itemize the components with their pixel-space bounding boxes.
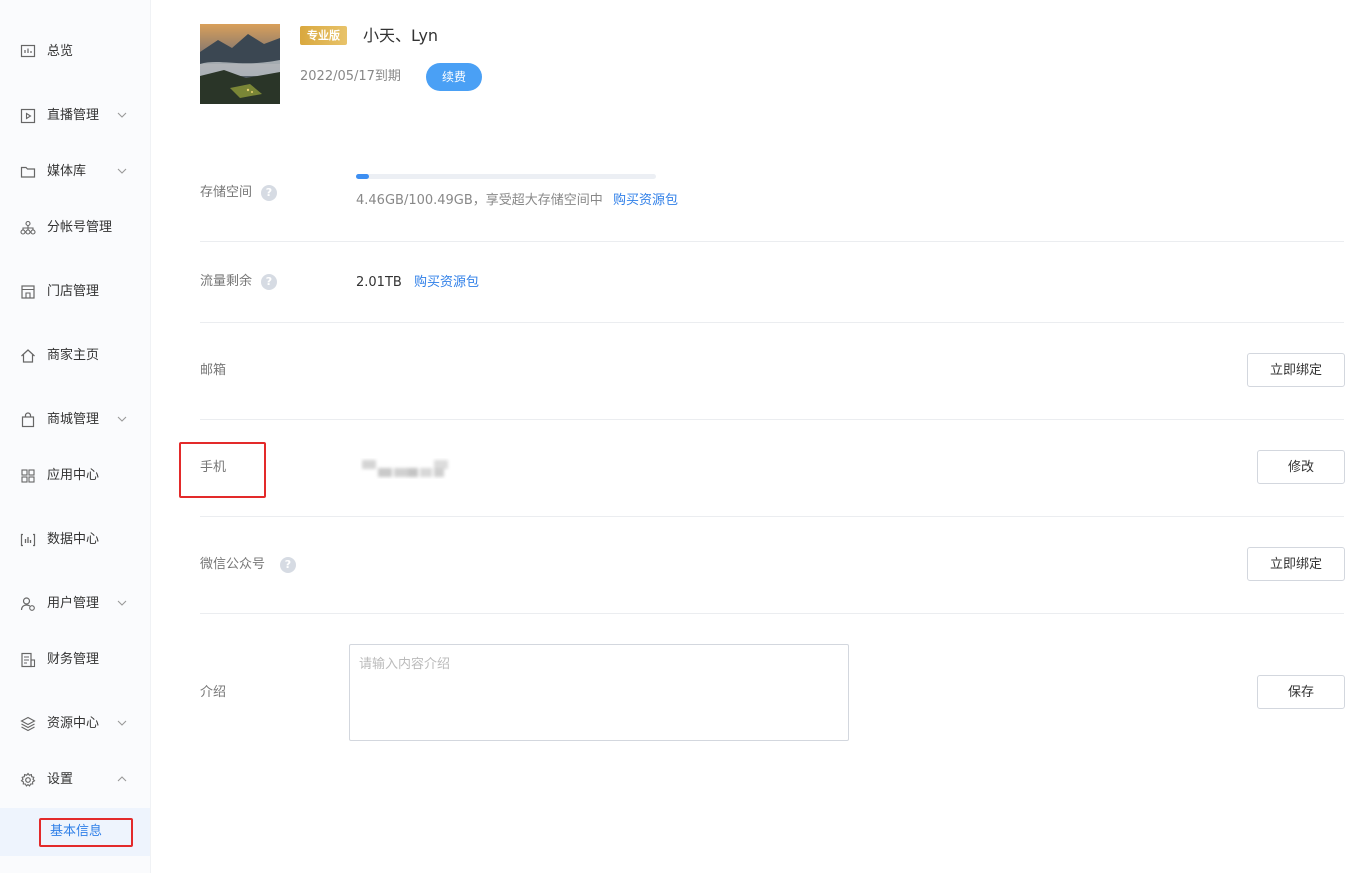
- sidebar-item-label: 商家主页: [47, 348, 100, 363]
- divider: [200, 516, 1344, 517]
- storage-usage-text: 4.46GB/100.49GB，享受超大存储空间中: [356, 193, 603, 208]
- bind-wechat-button[interactable]: 立即绑定: [1247, 547, 1345, 581]
- highlight-box-phone: [179, 442, 266, 498]
- storage-label: 存储空间: [200, 185, 253, 200]
- help-icon[interactable]: ?: [261, 185, 277, 201]
- save-button[interactable]: 保存: [1257, 675, 1345, 709]
- sidebar-item-app-center[interactable]: 应用中心: [0, 456, 150, 496]
- sidebar-item-sub-accounts[interactable]: 分帐号管理: [0, 208, 150, 248]
- buy-traffic-link[interactable]: 购买资源包: [414, 275, 479, 290]
- live-play-icon: [20, 108, 36, 124]
- storage-progress-bar: [356, 174, 656, 179]
- sidebar-item-resources[interactable]: 资源中心: [0, 704, 150, 744]
- avatar: [200, 24, 280, 104]
- help-icon[interactable]: ?: [261, 274, 277, 290]
- sidebar-item-mall[interactable]: 商城管理: [0, 400, 150, 440]
- shopping-bag-icon: [21, 412, 35, 428]
- divider: [200, 241, 1344, 242]
- renew-button[interactable]: 续费: [426, 63, 482, 91]
- traffic-remaining: 2.01TB 购买资源包: [356, 273, 479, 293]
- phone-number-blurred: [362, 460, 448, 477]
- sidebar-item-overview[interactable]: 总览: [0, 32, 150, 72]
- buy-storage-link[interactable]: 购买资源包: [613, 193, 678, 208]
- overview-chart-icon: [20, 44, 36, 58]
- divider: [200, 613, 1344, 614]
- divider: [200, 419, 1344, 420]
- traffic-label: 流量剩余: [200, 274, 253, 289]
- sidebar-item-users[interactable]: 用户管理: [0, 584, 150, 624]
- sidebar-item-label: 设置: [47, 772, 74, 787]
- traffic-value: 2.01TB: [356, 275, 402, 290]
- chevron-down-icon: [117, 416, 127, 422]
- account-name: 小天、Lyn: [363, 26, 439, 45]
- sidebar-item-label: 商城管理: [47, 412, 100, 427]
- divider: [200, 322, 1344, 323]
- sidebar-item-settings[interactable]: 设置: [0, 760, 150, 800]
- chevron-down-icon: [117, 600, 127, 606]
- intro-label: 介绍: [200, 685, 227, 700]
- sidebar-item-label: 应用中心: [47, 468, 100, 483]
- help-icon[interactable]: ?: [280, 557, 296, 573]
- sidebar: 总览 直播管理 媒体库 分帐号管理 门店管理 商家主页 商城管理 应用中心 数据…: [0, 0, 151, 873]
- chevron-down-icon: [117, 112, 127, 118]
- sidebar-item-stores[interactable]: 门店管理: [0, 272, 150, 312]
- storage-progress-fill: [356, 174, 369, 179]
- user-icon: [20, 597, 35, 611]
- sidebar-item-label: 门店管理: [47, 284, 100, 299]
- layers-icon: [20, 716, 36, 732]
- org-tree-icon: [20, 220, 36, 235]
- highlight-box-basic-info: [39, 818, 133, 847]
- folder-icon: [20, 166, 36, 178]
- finance-icon: [21, 652, 36, 668]
- gear-icon: [20, 772, 36, 787]
- sidebar-item-label: 直播管理: [47, 108, 100, 123]
- sidebar-item-finance[interactable]: 财务管理: [0, 640, 150, 680]
- sidebar-item-label: 总览: [47, 44, 74, 59]
- sidebar-item-label: 财务管理: [47, 652, 100, 667]
- intro-textarea[interactable]: [349, 644, 849, 741]
- wechat-label: 微信公众号: [200, 557, 266, 572]
- data-icon: [20, 533, 36, 547]
- storage-usage: 4.46GB/100.49GB，享受超大存储空间中 购买资源包: [356, 191, 678, 211]
- store-icon: [21, 285, 35, 299]
- edit-phone-button[interactable]: 修改: [1257, 450, 1345, 484]
- chevron-down-icon: [117, 168, 127, 174]
- expiry-date: 2022/05/17到期: [300, 69, 401, 84]
- home-icon: [21, 349, 35, 363]
- sidebar-item-data-center[interactable]: 数据中心: [0, 520, 150, 560]
- bind-email-button[interactable]: 立即绑定: [1247, 353, 1345, 387]
- sidebar-item-label: 资源中心: [47, 716, 100, 731]
- sidebar-item-live[interactable]: 直播管理: [0, 96, 150, 136]
- email-label: 邮箱: [200, 363, 227, 378]
- sidebar-item-label: 用户管理: [47, 596, 100, 611]
- sidebar-item-label: 分帐号管理: [47, 220, 113, 235]
- sidebar-item-label: 数据中心: [47, 532, 100, 547]
- pro-edition-badge: 专业版: [300, 26, 347, 45]
- sidebar-item-merchant-home[interactable]: 商家主页: [0, 336, 150, 376]
- chevron-up-icon: [117, 776, 127, 782]
- app-grid-icon: [21, 469, 35, 483]
- sidebar-item-label: 媒体库: [47, 164, 87, 179]
- chevron-down-icon: [117, 720, 127, 726]
- sidebar-item-media[interactable]: 媒体库: [0, 152, 150, 192]
